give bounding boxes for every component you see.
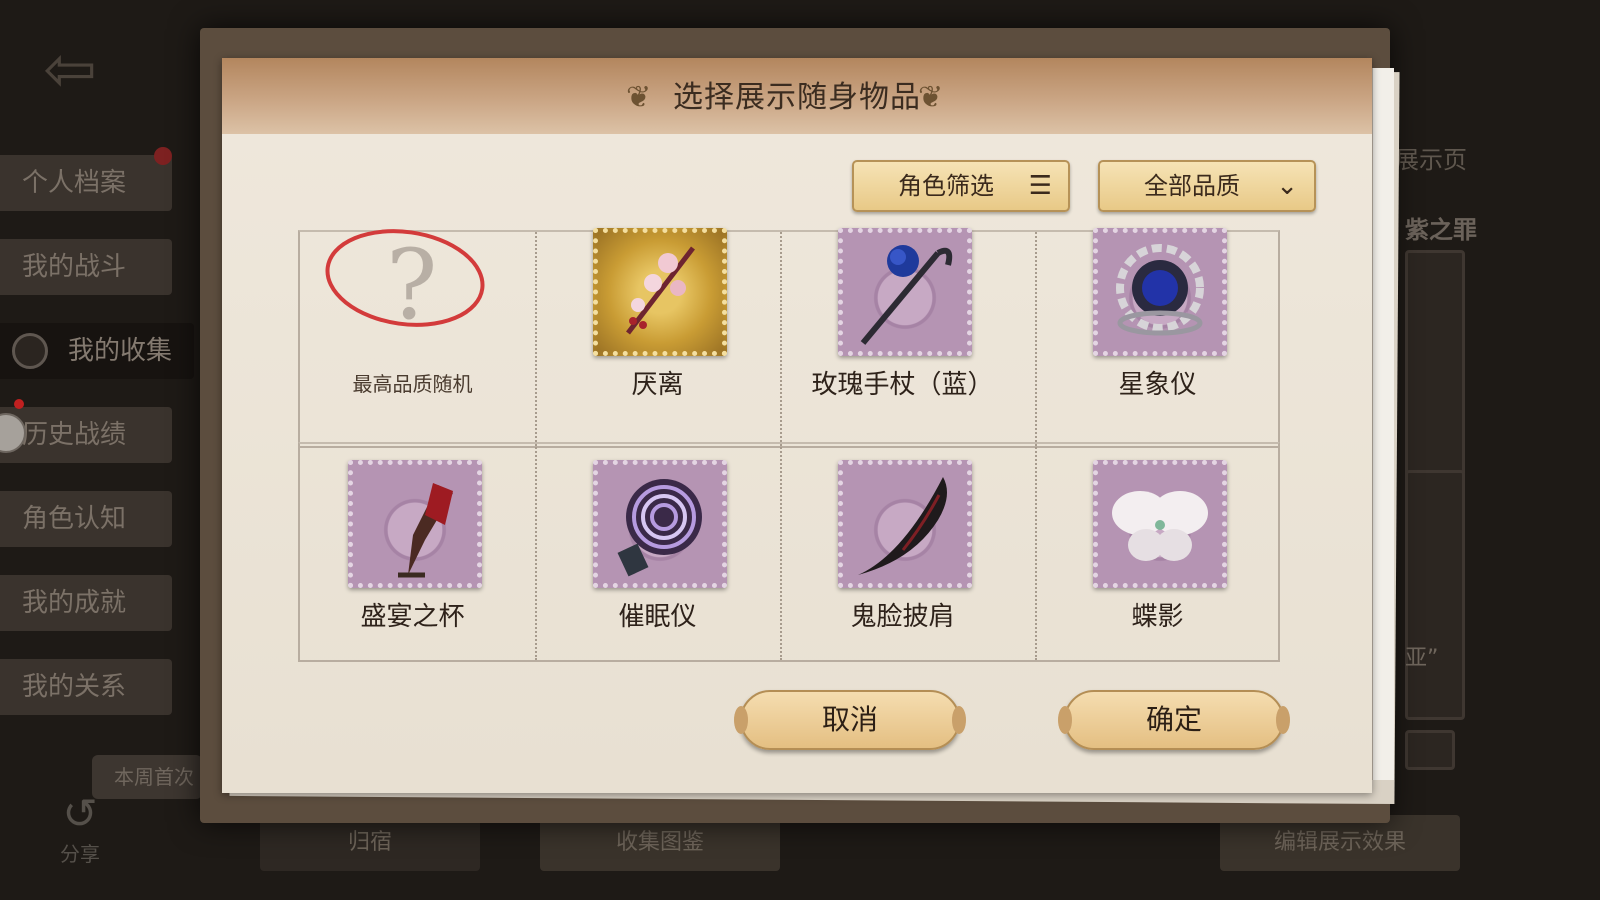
laurel-right-icon: ❦	[918, 80, 944, 115]
sidebar-item-label: 历史战绩	[22, 420, 127, 450]
quote-text: 亚”	[1405, 646, 1439, 671]
collection-catalog-label: 收集图鉴	[615, 830, 704, 855]
sidebar-item-history[interactable]: 历史战绩	[0, 399, 172, 463]
cancel-button[interactable]: 取消	[734, 690, 966, 750]
quality-filter-label: 全部品质	[1144, 172, 1240, 200]
back-icon[interactable]: ⇦	[30, 30, 110, 110]
item-cell-random-highest[interactable]: ? 最高品质随机	[290, 229, 535, 446]
item-label: 厌离	[631, 370, 684, 400]
sidebar-item-collection[interactable]: 我的收集	[0, 323, 194, 379]
hypnotic-spiral-icon	[617, 479, 702, 577]
item-cell-butterfly-shadow[interactable]: 蝶影	[1035, 460, 1280, 680]
item-cell-feast-cup[interactable]: 盛宴之杯	[290, 460, 535, 680]
home-label: 归宿	[347, 830, 392, 855]
sidebar-item-label: 我的战斗	[22, 252, 127, 282]
sidebar: 个人档案 我的战斗 我的收集 历史战绩 角色认知 我的成就 我的关系	[0, 147, 200, 743]
item-cell-rose-cane-blue[interactable]: 玫瑰手杖（蓝）	[780, 228, 1025, 446]
display-page-title: 展示页	[1395, 146, 1467, 174]
item-label: 星象仪	[1118, 370, 1197, 400]
sidebar-item-battle[interactable]: 我的战斗	[0, 239, 172, 295]
purple-stamp	[348, 460, 482, 588]
character-filter-button[interactable]: 角色筛选 ☰	[852, 160, 1070, 212]
rose-cane-icon	[860, 245, 953, 345]
item-cell-yanli[interactable]: 厌离	[535, 228, 780, 446]
svg-text:?: ?	[386, 229, 437, 336]
share-button[interactable]: ↺ 分享	[40, 790, 120, 867]
sidebar-item-profile[interactable]: 个人档案	[0, 147, 172, 211]
collection-catalog-button[interactable]: 收集图鉴	[540, 815, 780, 871]
white-butterfly-icon	[1112, 491, 1208, 561]
edit-display-button[interactable]: 编辑展示效果	[1220, 815, 1460, 871]
item-label: 最高品质随机	[352, 372, 473, 396]
item-label: 鬼脸披肩	[850, 602, 955, 632]
character-name: 紫之罪	[1405, 216, 1477, 244]
character-filter-label: 角色筛选	[898, 172, 994, 200]
share-icon: ↺	[62, 789, 98, 838]
item-cell-hypnotizer[interactable]: 催眠仪	[535, 460, 780, 680]
item-cell-astrolabe[interactable]: 星象仪	[1035, 228, 1280, 446]
paper-edge	[1372, 68, 1394, 780]
gold-stamp	[593, 228, 727, 356]
sidebar-item-label: 我的成就	[22, 588, 127, 618]
cape-icon	[858, 477, 947, 575]
purple-stamp	[593, 460, 727, 588]
cancel-label: 取消	[821, 703, 878, 736]
share-label: 分享	[60, 842, 100, 866]
item-grid-row: ? 最高品质随机 厌离 玫瑰手杖（蓝） 星象仪	[298, 228, 1280, 448]
dialog-title: 选择展示随身物品	[673, 80, 921, 115]
right-display-panel: 展示页 紫之罪 亚”	[1375, 40, 1600, 800]
edit-display-label: 编辑展示效果	[1273, 830, 1406, 855]
portrait-card[interactable]	[1405, 730, 1455, 770]
home-button[interactable]: 归宿	[260, 815, 480, 871]
purple-stamp	[1093, 460, 1227, 588]
confirm-label: 确定	[1145, 703, 1202, 736]
select-item-dialog: ❦ 选择展示随身物品 ❦ 角色筛选 ☰ 全部品质 ⌄ ? 最高品质随机 厌离 玫…	[222, 58, 1372, 793]
quality-filter-dropdown[interactable]: 全部品质 ⌄	[1098, 160, 1316, 212]
bottom-bar: 归宿 收集图鉴 编辑展示效果	[230, 815, 1490, 885]
purple-stamp	[1093, 228, 1227, 356]
shield-icon	[12, 333, 48, 369]
list-icon: ☰	[1028, 171, 1052, 201]
question-mark-icon: ?	[325, 229, 485, 336]
purple-stamp	[838, 228, 972, 356]
portrait-card[interactable]	[1405, 470, 1465, 720]
purple-stamp	[838, 460, 972, 588]
sidebar-item-achievements[interactable]: 我的成就	[0, 575, 172, 631]
item-grid-row: 盛宴之杯 催眠仪 鬼脸披肩 蝶影	[298, 442, 1280, 662]
sidebar-item-relations[interactable]: 我的关系	[0, 659, 172, 715]
item-label: 蝶影	[1131, 602, 1184, 632]
sidebar-item-label: 角色认知	[22, 504, 127, 534]
sidebar-item-label: 个人档案	[22, 168, 127, 198]
item-label: 盛宴之杯	[360, 602, 465, 632]
portrait-card[interactable]	[1405, 250, 1465, 480]
notification-dot	[14, 399, 24, 409]
sidebar-item-label: 我的关系	[22, 672, 127, 702]
chevron-down-icon: ⌄	[1276, 171, 1298, 201]
item-label: 玫瑰手杖（蓝）	[811, 370, 994, 400]
notification-dot	[154, 147, 172, 165]
item-label: 催眠仪	[618, 602, 697, 632]
confirm-button[interactable]: 确定	[1058, 690, 1290, 750]
sidebar-item-label: 我的收集	[68, 336, 173, 366]
sidebar-item-character-knowledge[interactable]: 角色认知	[0, 491, 172, 547]
cherry-blossom-branch-icon	[626, 246, 695, 335]
goblet-icon	[398, 483, 453, 578]
astrolabe-icon	[1116, 244, 1204, 336]
item-cell-ghost-face-cape[interactable]: 鬼脸披肩	[780, 460, 1025, 680]
